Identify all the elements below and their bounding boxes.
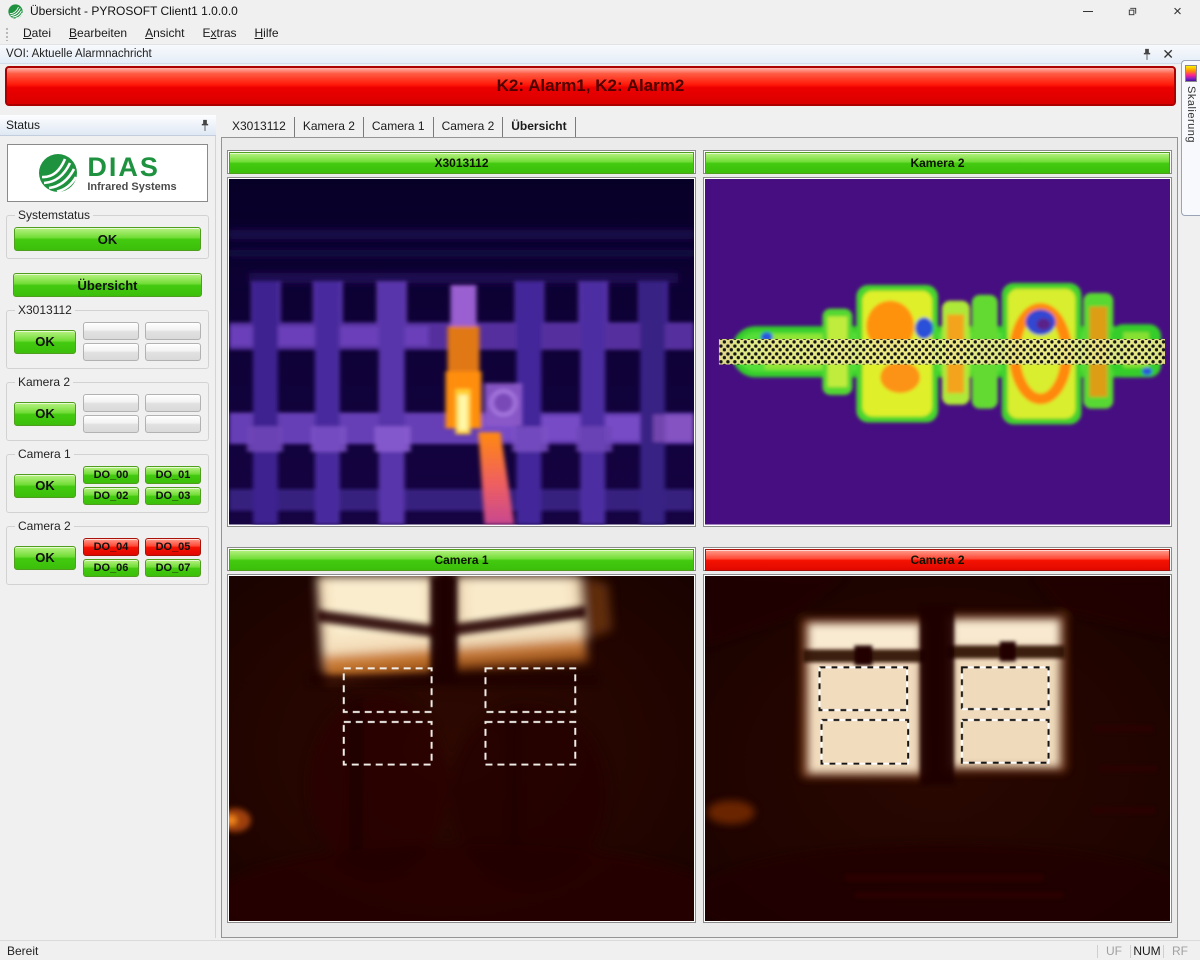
camera-status-bar: Kamera 2 [705, 152, 1170, 174]
camera-status-bar: Camera 1 [229, 549, 694, 571]
device-ok-button[interactable]: OK [14, 330, 76, 354]
menu-hilfe[interactable]: Hilfe [246, 24, 288, 42]
alarm-message: K2: Alarm1, K2: Alarm2 [497, 76, 685, 96]
voi-title: VOI: Aktuelle Alarmnachricht [6, 48, 152, 60]
camera-panel-header: Camera 1 [227, 547, 696, 571]
do-output-button[interactable]: DO_01 [145, 466, 201, 484]
do-output-button[interactable]: DO_00 [83, 466, 139, 484]
minimize-button[interactable] [1065, 0, 1110, 22]
device-ok-button[interactable]: OK [14, 402, 76, 426]
output-indicator[interactable] [145, 322, 201, 340]
tab-x3013112[interactable]: X3013112 [224, 117, 295, 137]
device-group-label: Camera 1 [15, 447, 74, 461]
window-title: Übersicht - PYROSOFT Client1 1.0.0.0 [30, 4, 238, 18]
logo-brand-text: DIAS [87, 154, 176, 181]
restore-icon [1127, 6, 1138, 17]
thermal-image-x3013112[interactable] [227, 177, 696, 527]
dias-logo: DIAS Infrared Systems [7, 144, 208, 202]
thermal-image-camera1[interactable] [227, 574, 696, 924]
camera-panel-header: X3013112 [227, 150, 696, 174]
tab-kamera2[interactable]: Kamera 2 [295, 117, 364, 137]
output-indicator[interactable] [145, 394, 201, 412]
systemstatus-label: Systemstatus [15, 208, 93, 222]
status-bar: Bereit UF NUM RF [0, 940, 1200, 960]
camera-status-bar: Camera 2 [705, 549, 1170, 571]
do-output-button[interactable]: DO_04 [83, 538, 139, 556]
pin-icon[interactable] [1142, 48, 1152, 61]
thermal-image-kamera2[interactable] [703, 177, 1172, 527]
camera-panel-x3013112: X3013112 [227, 150, 696, 527]
sidebar-header: Status [0, 115, 216, 136]
thermal-image-camera2[interactable] [703, 574, 1172, 924]
output-indicator[interactable] [83, 322, 139, 340]
menu-bearbeiten[interactable]: Bearbeiten [60, 24, 136, 42]
device-ok-button[interactable]: OK [14, 546, 76, 570]
device-group-camera2: Camera 2 OK DO_04 DO_05 DO_06 DO_07 [6, 526, 209, 585]
camera-status-bar: X3013112 [229, 152, 694, 174]
output-indicator[interactable] [145, 415, 201, 433]
output-indicator[interactable] [83, 343, 139, 361]
title-bar: Übersicht - PYROSOFT Client1 1.0.0.0 × [0, 0, 1200, 22]
close-icon: × [1173, 4, 1182, 19]
skalierung-label: Skalierung [1185, 86, 1197, 143]
menu-datei[interactable]: Datei [14, 24, 60, 42]
do-output-button[interactable]: DO_05 [145, 538, 201, 556]
device-group-camera1: Camera 1 OK DO_00 DO_01 DO_02 DO_03 [6, 454, 209, 513]
menu-grip-icon[interactable] [4, 26, 8, 41]
device-ok-button[interactable]: OK [14, 474, 76, 498]
overview-button[interactable]: Übersicht [13, 273, 202, 297]
device-group-kamera2: Kamera 2 OK [6, 382, 209, 441]
camera-panel-header: Kamera 2 [703, 150, 1172, 174]
statusbar-uf: UF [1098, 944, 1130, 958]
dias-swirl-icon [38, 153, 78, 193]
alarm-banner: K2: Alarm1, K2: Alarm2 [5, 66, 1176, 106]
output-indicator[interactable] [83, 415, 139, 433]
device-group-x3013112: X3013112 OK [6, 310, 209, 369]
main-area: X3013112 Kamera 2 Camera 1 Camera 2 Über… [221, 115, 1178, 938]
sidebar-title: Status [6, 118, 40, 132]
menu-bar: Datei Bearbeiten Ansicht Extras Hilfe [0, 22, 1200, 45]
skalierung-tab[interactable]: Skalierung [1181, 60, 1200, 216]
camera-panel-camera2: Camera 2 [703, 547, 1172, 924]
tab-uebersicht[interactable]: Übersicht [503, 117, 575, 137]
menu-ansicht[interactable]: Ansicht [136, 24, 193, 42]
statusbar-rf: RF [1164, 944, 1196, 958]
statusbar-ready-text: Bereit [0, 944, 38, 958]
systemstatus-group: Systemstatus OK [6, 215, 209, 259]
device-group-label: Kamera 2 [15, 375, 73, 389]
statusbar-num: NUM [1131, 944, 1163, 958]
sidebar-body: DIAS Infrared Systems Systemstatus OK Üb… [0, 136, 216, 938]
camera-panel-header: Camera 2 [703, 547, 1172, 571]
app-icon [8, 4, 23, 19]
tab-camera1[interactable]: Camera 1 [364, 117, 434, 137]
do-output-button[interactable]: DO_02 [83, 487, 139, 505]
overview-grid: X3013112 [221, 137, 1178, 938]
do-output-button[interactable]: DO_07 [145, 559, 201, 577]
tab-camera2[interactable]: Camera 2 [434, 117, 504, 137]
logo-subtitle-text: Infrared Systems [87, 182, 176, 193]
close-button[interactable]: × [1155, 0, 1200, 22]
camera-panel-kamera2: Kamera 2 [703, 150, 1172, 527]
output-indicator[interactable] [83, 394, 139, 412]
device-group-label: Camera 2 [15, 519, 74, 533]
do-output-button[interactable]: DO_03 [145, 487, 201, 505]
view-tabstrip: X3013112 Kamera 2 Camera 1 Camera 2 Über… [221, 115, 1178, 137]
output-indicator[interactable] [145, 343, 201, 361]
systemstatus-ok-button[interactable]: OK [14, 227, 201, 251]
device-group-label: X3013112 [15, 303, 75, 317]
minimize-icon [1083, 11, 1093, 12]
camera-panel-camera1: Camera 1 [227, 547, 696, 924]
sidebar-pin-icon[interactable] [200, 119, 210, 132]
voi-close-icon[interactable]: ✕ [1162, 47, 1174, 61]
alarm-area: K2: Alarm1, K2: Alarm2 [0, 64, 1200, 108]
status-sidebar: Status DIAS Infrared Systems [0, 115, 216, 938]
application-window: Übersicht - PYROSOFT Client1 1.0.0.0 × D… [0, 0, 1200, 960]
voi-caption-bar: VOI: Aktuelle Alarmnachricht ✕ [0, 45, 1200, 64]
color-scale-icon [1185, 65, 1197, 82]
menu-extras[interactable]: Extras [193, 24, 245, 42]
do-output-button[interactable]: DO_06 [83, 559, 139, 577]
restore-button[interactable] [1110, 0, 1155, 22]
